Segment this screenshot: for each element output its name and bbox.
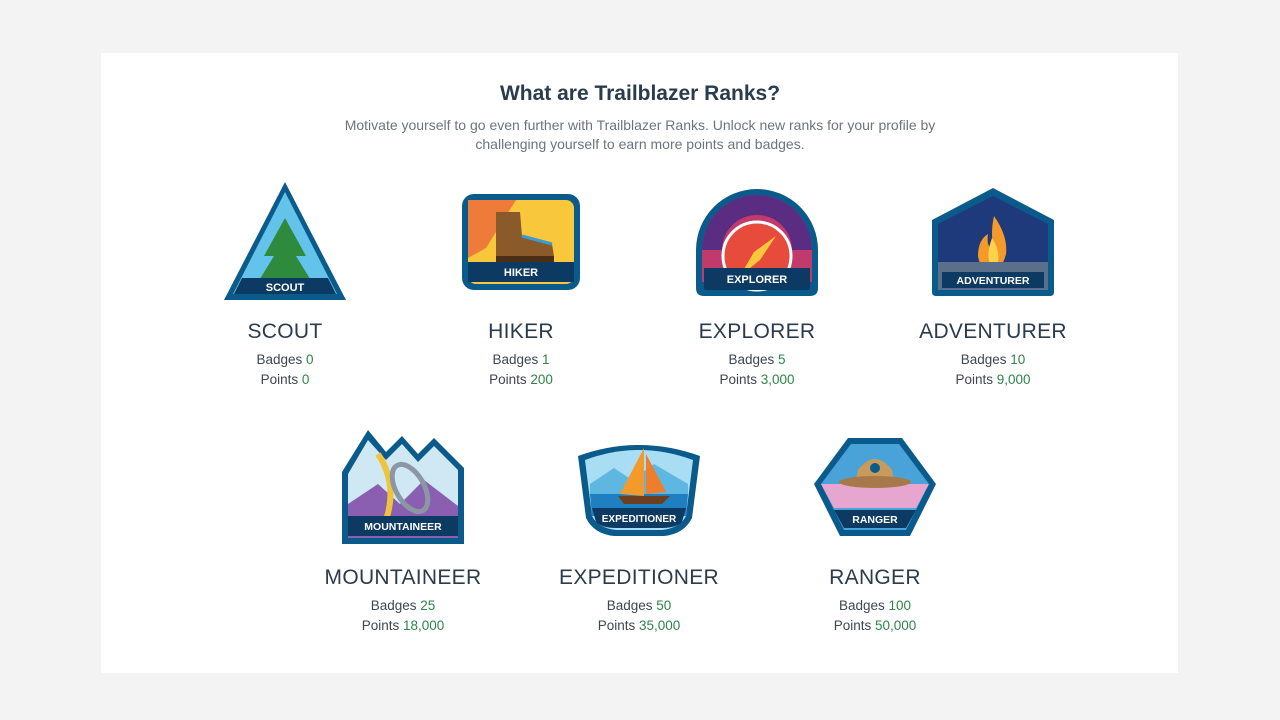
rank-name: SCOUT [247,320,323,343]
mountaineer-carabiner-icon: MOUNTAINEER [342,430,464,544]
rank-points: Points 3,000 [719,372,795,387]
rank-scout: SCOUT SCOUT Badges 0 Points 0 [185,178,385,390]
rank-badges: Badges 5 [728,352,786,367]
rank-points: Points 9,000 [955,372,1031,387]
rank-points: Points 50,000 [833,618,917,633]
ranger-hat-icon: RANGER [814,438,936,536]
rank-badges: Badges 10 [960,352,1026,367]
page-title: What are Trailblazer Ranks? [499,82,781,105]
scout-triangle-pine-tree-icon: SCOUT [224,182,346,300]
badge-label: ADVENTURER [957,275,1030,287]
rank-name: HIKER [488,320,554,343]
explorer-compass-icon: EXPLORER [696,189,818,296]
rank-points: Points 18,000 [361,618,445,633]
rank-badges: Badges 50 [606,598,672,613]
badge-label: EXPEDITIONER [602,514,677,525]
rank-points: Points 200 [489,372,553,387]
rank-points: Points 0 [260,372,310,387]
rank-name: ADVENTURER [919,320,1067,343]
badge-label: EXPLORER [727,274,788,286]
rank-name: EXPEDITIONER [559,566,719,589]
subtitle-line-2: challenging yourself to earn more points… [475,136,805,152]
expeditioner-sailboat-icon: EXPEDITIONER [578,445,700,536]
rank-name: EXPLORER [698,320,816,343]
rank-badges: Badges 0 [256,352,314,367]
rank-mountaineer: MOUNTAINEER MOUNTAINEER Badges 25 Points… [303,424,503,636]
adventurer-campfire-icon: ADVENTURER [932,188,1054,296]
rank-badges: Badges 100 [838,598,912,613]
rank-ranger: RANGER RANGER Badges 100 Points 50,000 [775,424,975,636]
rank-name: MOUNTAINEER [324,566,482,589]
rank-explorer: EXPLORER EXPLORER Badges 5 Points 3,000 [657,178,857,390]
badge-label: RANGER [852,514,898,526]
rank-adventurer: ADVENTURER ADVENTURER Badges 10 Points 9… [893,178,1093,390]
rank-name: RANGER [829,566,921,589]
badge-label: MOUNTAINEER [364,521,442,533]
badge-label: HIKER [504,267,538,279]
rank-badges: Badges 1 [492,352,550,367]
rank-points: Points 35,000 [597,618,681,633]
rank-hiker: HIKER HIKER Badges 1 Points 200 [421,178,621,390]
hiker-boot-icon: HIKER [462,194,580,290]
badge-label: SCOUT [266,282,305,294]
rank-expeditioner: EXPEDITIONER EXPEDITIONER Badges 50 Poin… [539,424,739,636]
subtitle-line-1: Motivate yourself to go even further wit… [344,117,936,133]
page-subtitle: Motivate yourself to go even further wit… [340,116,940,154]
rank-badges: Badges 25 [370,598,436,613]
